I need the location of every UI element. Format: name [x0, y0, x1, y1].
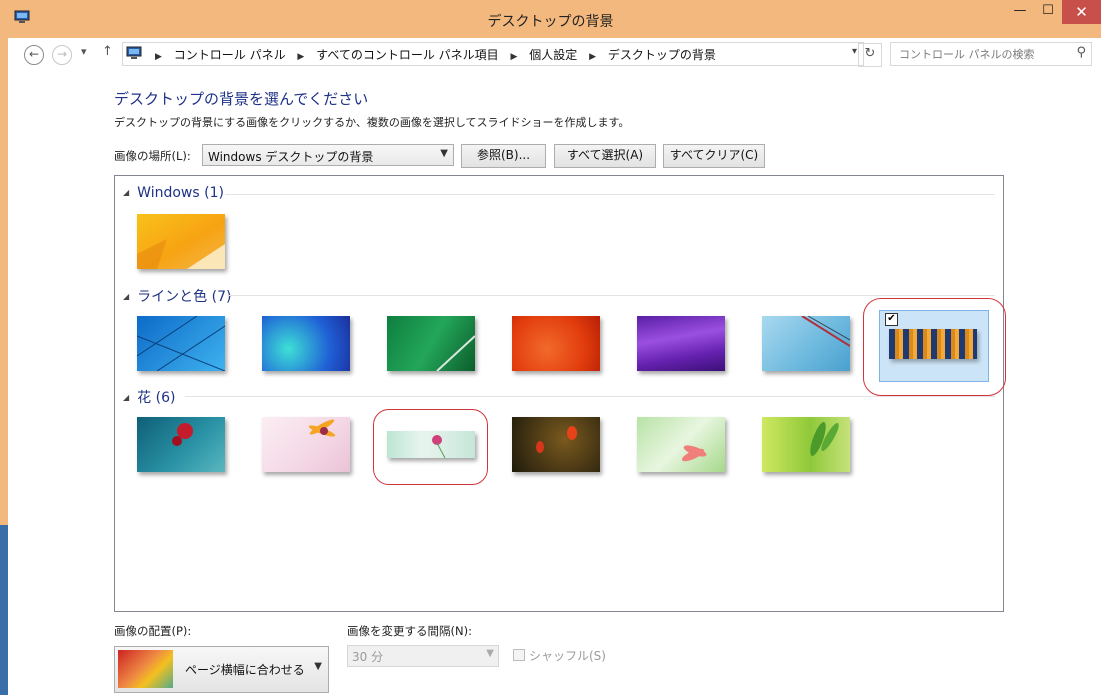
annotation-circle [373, 409, 488, 485]
search-icon[interactable]: ⚲ [1076, 45, 1086, 60]
windows-logo-wallpaper-image [137, 239, 225, 269]
shuffle-label: シャッフル(S) [529, 649, 606, 663]
group-header-lines-and-colors[interactable]: ◢ ラインと色 (7) [123, 286, 231, 306]
page-title: デスクトップの背景を選んでください [114, 90, 369, 108]
chevron-down-icon: ▼ [486, 648, 494, 659]
green-lines-wallpaper-image [436, 335, 476, 372]
minimize-button[interactable]: — [1006, 0, 1034, 24]
page-description: デスクトップの背景にする画像をクリックするか、複数の画像を選択してスライドショー… [114, 116, 630, 129]
wallpaper-thumbnail[interactable] [262, 417, 350, 472]
back-button[interactable]: ← [24, 45, 44, 65]
address-history-dropdown[interactable]: ▾ [852, 46, 857, 57]
wallpaper-thumbnail[interactable] [637, 316, 725, 371]
group-title: Windows (1) [137, 185, 224, 201]
search-input[interactable] [897, 45, 1071, 63]
breadcrumb-control-panel[interactable]: コントロール パネル [174, 48, 286, 62]
recent-locations-button[interactable]: ▾ [81, 45, 87, 58]
clear-all-button[interactable]: すべてクリア(C) [663, 144, 765, 168]
picture-position-label: 画像の配置(P): [114, 624, 192, 638]
flower-icon [172, 423, 193, 446]
picture-position-dropdown[interactable]: ページ横幅に合わせる ▼ [114, 646, 329, 693]
wallpaper-thumbnail[interactable] [512, 316, 600, 371]
wallpaper-thumbnail[interactable] [762, 417, 850, 472]
breadcrumb: ▶ コントロール パネル ▶ すべてのコントロール パネル項目 ▶ 個人設定 ▶… [147, 46, 716, 63]
shuffle-checkbox-box[interactable] [513, 649, 525, 661]
desktop-edge [0, 525, 8, 695]
group-title: ラインと色 (7) [137, 289, 232, 305]
navigation-bar: ← → ▾ ↑ ▶ コントロール パネル ▶ すべてのコントロール パネル項目 … [8, 38, 1101, 70]
picture-position-value: ページ横幅に合わせる [185, 663, 305, 677]
collapse-triangle-icon: ◢ [123, 292, 130, 301]
picture-location-dropdown[interactable]: Windows デスクトップの背景 ▼ [202, 144, 454, 166]
blue-lines-wallpaper-image [136, 315, 226, 372]
chevron-right-icon[interactable]: ▶ [297, 52, 304, 62]
chevron-right-icon[interactable]: ▶ [510, 52, 517, 62]
search-box[interactable]: ⚲ [890, 42, 1092, 66]
picture-location-label: 画像の場所(L): [114, 149, 191, 163]
select-all-button[interactable]: すべて選択(A) [554, 144, 656, 168]
maximize-button[interactable]: ☐ [1034, 0, 1062, 24]
wallpaper-thumbnail[interactable] [762, 315, 851, 371]
breadcrumb-personalization[interactable]: 個人設定 [529, 48, 577, 62]
chevron-right-icon: ▶ [155, 52, 162, 62]
wallpaper-thumbnail[interactable] [137, 214, 225, 269]
control-panel-icon [126, 46, 142, 59]
close-button[interactable]: ✕ [1062, 0, 1101, 24]
wallpaper-thumbnail[interactable] [387, 316, 476, 372]
shuffle-checkbox[interactable]: シャッフル(S) [513, 647, 606, 664]
position-preview-image [118, 650, 173, 688]
change-interval-label: 画像を変更する間隔(N): [347, 624, 472, 638]
collapse-triangle-icon: ◢ [123, 188, 130, 197]
chevron-down-icon: ▼ [440, 148, 448, 159]
group-title: 花 (6) [137, 390, 176, 406]
address-bar[interactable]: ▶ コントロール パネル ▶ すべてのコントロール パネル項目 ▶ 個人設定 ▶… [122, 42, 864, 66]
chevron-down-icon: ▼ [314, 661, 322, 672]
browse-button[interactable]: 参照(B)... [461, 144, 546, 168]
group-divider [185, 396, 995, 397]
wallpaper-thumbnail[interactable] [512, 417, 600, 472]
change-interval-value: 30 分 [352, 650, 384, 664]
group-divider [225, 194, 995, 195]
refresh-button[interactable]: ↻ [858, 43, 882, 67]
leaf-icon [810, 421, 839, 457]
collapse-triangle-icon: ◢ [123, 393, 130, 402]
breadcrumb-all-items[interactable]: すべてのコントロール パネル項目 [316, 48, 499, 62]
flower-icon [536, 426, 577, 453]
wallpaper-thumbnail[interactable] [136, 315, 226, 372]
window-border [0, 38, 8, 695]
chevron-right-icon[interactable]: ▶ [589, 52, 596, 62]
window-title: デスクトップの背景 [487, 14, 614, 30]
group-header-flowers[interactable]: ◢ 花 (6) [123, 387, 175, 407]
up-button[interactable]: ↑ [102, 44, 113, 59]
title-bar: デスクトップの背景 — ☐ ✕ [0, 0, 1101, 38]
breadcrumb-desktop-background[interactable]: デスクトップの背景 [608, 48, 716, 62]
group-header-windows[interactable]: ◢ Windows (1) [123, 185, 224, 201]
wallpaper-thumbnail[interactable] [262, 316, 350, 371]
forward-button[interactable]: → [52, 45, 72, 65]
wallpaper-thumbnail[interactable] [637, 417, 725, 472]
picture-location-value: Windows デスクトップの背景 [208, 150, 374, 164]
change-interval-dropdown[interactable]: 30 分 ▼ [347, 645, 499, 667]
wallpaper-thumbnail[interactable] [137, 417, 225, 472]
annotation-circle [863, 298, 1006, 396]
light-blue-lines-wallpaper-image [801, 315, 851, 347]
flower-icon [681, 445, 707, 462]
wallpaper-gallery[interactable]: ◢ Windows (1) ◢ ラインと色 (7) ✔ ◢ 花 (6) [114, 175, 1006, 612]
flower-icon [308, 419, 336, 437]
group-divider [227, 295, 995, 296]
